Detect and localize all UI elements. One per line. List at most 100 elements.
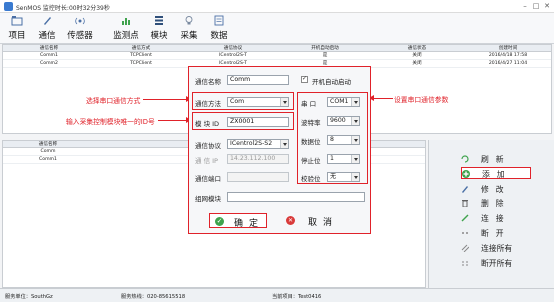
edit-icon [461, 185, 469, 193]
cell: TCPClient [130, 61, 152, 66]
baud-select[interactable]: 9600 [327, 116, 360, 126]
ok-label: 确定 [234, 219, 265, 229]
action-label: 添加 [482, 170, 512, 179]
menu-label: 通信 [38, 31, 56, 41]
column-header[interactable]: 开机自动启动 [279, 45, 371, 52]
chevron-down-icon [351, 173, 359, 181]
comm-mode-select[interactable]: Com [227, 97, 289, 107]
connect-button[interactable]: 连接 [461, 212, 531, 224]
sensor-icon [74, 15, 86, 26]
folder-icon [11, 15, 23, 26]
column-header[interactable]: 通信协议 [187, 45, 279, 52]
databits-value: 8 [330, 136, 334, 143]
cell: 是 [322, 53, 328, 58]
bulb-icon [183, 15, 195, 26]
protocol-value: ICentrol2S-S2 [230, 140, 273, 147]
ip-input[interactable]: 14.23.112.100 [227, 154, 289, 164]
action-panel: 刷新 添加 修改 删除 连接 断开 连接所有 断开所有 [428, 140, 554, 288]
column-header[interactable]: 通信名称 [3, 45, 95, 52]
disconnect-button[interactable]: 断开 [461, 227, 531, 239]
action-label: 连接所有 [481, 244, 513, 253]
add-button[interactable]: 添加 [461, 167, 531, 179]
serial-port-select[interactable]: COM1 [327, 97, 360, 107]
menu-label: 项目 [8, 31, 26, 41]
port-label: 通信端口 [195, 175, 221, 183]
chevron-down-icon [280, 140, 288, 148]
protocol-select[interactable]: ICentrol2S-S2 [227, 139, 289, 149]
chart-icon [120, 15, 132, 26]
cell: 2016/4/18 17:58 [488, 53, 528, 58]
status-unit: 服务单位：SouthGz [5, 294, 53, 300]
databits-select[interactable]: 8 [327, 135, 360, 145]
menu-item-project[interactable]: 项目 [4, 13, 30, 44]
menu-item-module[interactable]: 模块 [146, 13, 172, 44]
column-header[interactable]: 创建时间 [463, 45, 553, 52]
connect-icon [461, 214, 469, 222]
cancel-button[interactable]: ✕ 取消 [284, 213, 344, 228]
comm-mode-label: 通信方法 [195, 100, 221, 108]
serial-port-value: COM1 [330, 98, 349, 105]
annotation-line [373, 98, 393, 99]
data-icon [213, 15, 225, 26]
menu-item-sensor[interactable]: 传感器 [62, 13, 98, 44]
cell: Comm2 [40, 61, 58, 66]
cell: Comm1 [40, 53, 58, 58]
annotation-line [143, 99, 188, 100]
ip-label: 通 信 IP [195, 157, 218, 165]
cell: 关闭 [412, 53, 422, 58]
minimize-icon[interactable]: – [520, 2, 530, 11]
cell: Comm [40, 149, 56, 154]
menu-item-monitor[interactable]: 监测点 [108, 13, 144, 44]
action-label: 断开所有 [481, 259, 513, 268]
module-icon [153, 15, 165, 26]
edit-button[interactable]: 修改 [461, 183, 531, 195]
pencil-icon [41, 15, 53, 26]
connect-all-button[interactable]: 连接所有 [461, 242, 531, 254]
autostart-label: 开机自动启动 [312, 78, 351, 86]
menu-item-collect[interactable]: 采集 [176, 13, 202, 44]
group-input[interactable] [227, 192, 365, 202]
stopbits-select[interactable]: 1 [327, 154, 360, 164]
parity-select[interactable]: 无 [327, 172, 360, 182]
cancel-icon: ✕ [286, 216, 295, 225]
module-id-input[interactable]: ZX0001 [227, 117, 289, 127]
column-header[interactable]: 通信方式 [95, 45, 187, 52]
ok-button[interactable]: ✓ 确定 [209, 213, 267, 229]
cell: ICentrol2S-T [219, 53, 247, 58]
column-header[interactable]: 通信名称 [3, 141, 93, 148]
menu-label: 传感器 [67, 31, 93, 41]
autostart-checkbox[interactable] [301, 75, 308, 83]
annotation-line [158, 120, 188, 121]
serial-port-label: 串 口 [301, 100, 317, 108]
menu-label: 模块 [150, 31, 168, 41]
menu-label: 监测点 [113, 31, 139, 41]
baud-value: 9600 [330, 117, 346, 124]
app-icon [4, 2, 13, 11]
chevron-down-icon [351, 117, 359, 125]
status-project: 当前项目：Test0416 [272, 294, 322, 300]
column-header[interactable]: 通信状态 [371, 45, 463, 52]
stopbits-value: 1 [330, 155, 334, 162]
databits-label: 数据位 [301, 138, 321, 146]
comm-dialog: 通信名称 Comm 开机自动启动 通信方法 Com 模 块 ID ZX0001 … [188, 66, 371, 234]
comm-name-input[interactable]: Comm [227, 75, 289, 85]
refresh-icon [461, 155, 469, 163]
parity-value: 无 [330, 173, 337, 180]
add-icon [462, 170, 470, 178]
port-input[interactable] [227, 172, 289, 182]
table-row[interactable]: Comm1 TCPClient ICentrol2S-T 是 关闭 2016/4… [3, 52, 551, 60]
refresh-button[interactable]: 刷新 [461, 153, 531, 165]
menu-label: 数据 [210, 31, 228, 41]
close-icon[interactable]: ✕ [542, 2, 552, 11]
maximize-icon[interactable]: □ [531, 2, 541, 11]
comm-mode-value: Com [230, 98, 245, 105]
disconnect-all-button[interactable]: 断开所有 [461, 257, 531, 269]
cell: Comm1 [39, 157, 57, 162]
status-bar: 服务单位：SouthGz 服务热线：020-85615518 当前项目：Test… [0, 288, 554, 302]
action-label: 修改 [481, 185, 511, 194]
menu-item-data[interactable]: 数据 [206, 13, 232, 44]
action-label: 连接 [481, 214, 511, 223]
delete-button[interactable]: 删除 [461, 197, 531, 209]
menu-bar: 项目 通信 传感器 监测点 模块 采集 数据 [0, 13, 554, 44]
menu-item-comm[interactable]: 通信 [34, 13, 60, 44]
